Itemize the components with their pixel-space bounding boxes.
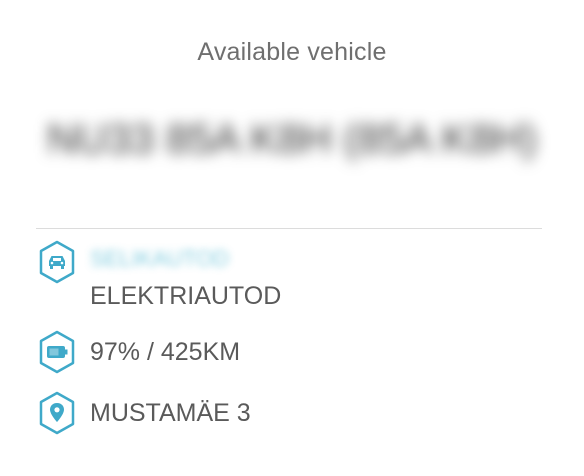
charge-row: 97% / 425KM [38,330,558,374]
location-pin-icon [38,391,76,435]
location-label: MUSTAMÄE 3 [90,399,251,427]
vehicle-name-redacted: NU33 85A K8H (85A K8H) [46,115,538,162]
charge-range: 97% / 425KM [90,338,241,366]
category-row: SELIKAUTOD ELEKTRIAUTOD [38,240,558,310]
divider [36,228,542,229]
battery-icon [38,330,76,374]
category-redacted: SELIKAUTOD [90,246,229,271]
location-row: MUSTAMÄE 3 [38,391,558,435]
vehicle-card: Available vehicle NU33 85A K8H (85A K8H)… [0,0,584,476]
category-label: ELEKTRIAUTOD [90,282,282,310]
page-title: Available vehicle [197,38,387,66]
car-icon [38,240,76,284]
